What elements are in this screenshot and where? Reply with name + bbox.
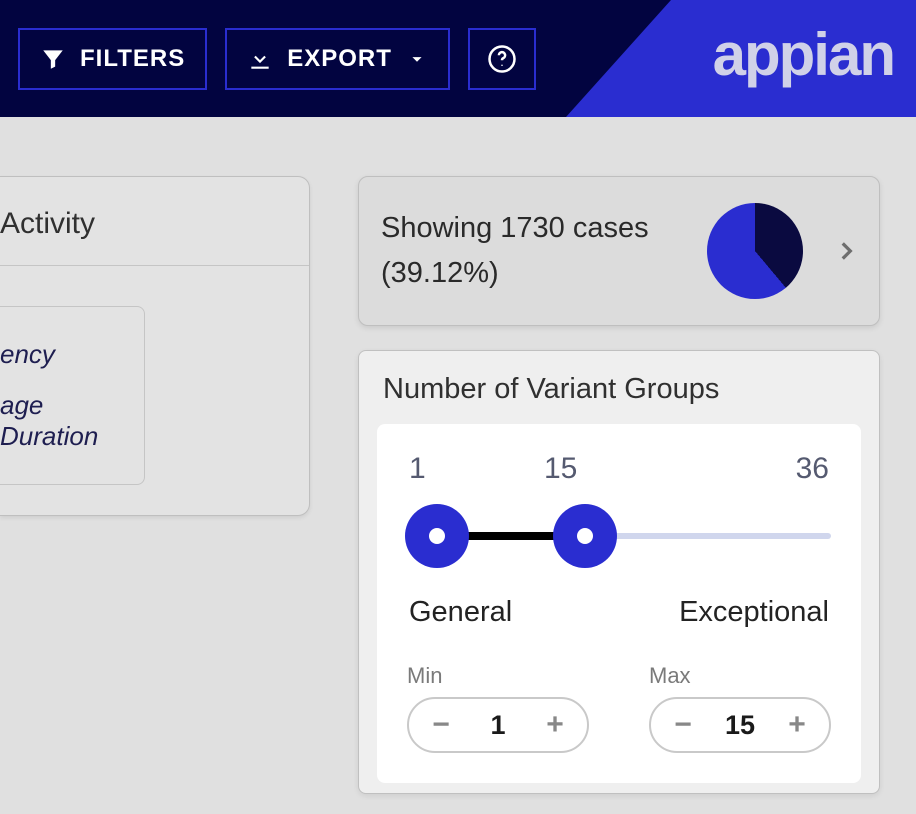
variant-groups-inner: 1 15 36 General Exceptional Min − 1 +	[377, 424, 861, 783]
range-slider[interactable]	[407, 504, 831, 568]
max-stepper: − 15 +	[649, 697, 831, 753]
app-header: FILTERS EXPORT appian	[0, 0, 916, 117]
slider-right-label: Exceptional	[679, 596, 829, 629]
filters-label: FILTERS	[80, 45, 185, 73]
min-stepper-group: Min − 1 +	[407, 663, 589, 753]
activity-panel: Activity ency age Duration	[0, 176, 310, 516]
export-button[interactable]: EXPORT	[225, 28, 450, 90]
cases-line2: (39.12%)	[381, 251, 707, 296]
cases-pie-chart	[707, 203, 803, 299]
filter-icon	[40, 46, 66, 72]
min-decrement-button[interactable]: −	[429, 710, 453, 740]
stepper-row: Min − 1 + Max − 15 +	[407, 663, 831, 753]
max-stepper-group: Max − 15 +	[649, 663, 831, 753]
chevron-right-icon[interactable]	[833, 238, 859, 264]
min-caption: Min	[407, 663, 589, 689]
cases-summary-text: Showing 1730 cases (39.12%)	[381, 206, 707, 296]
variant-groups-card: Number of Variant Groups 1 15 36 General…	[358, 350, 880, 794]
min-value: 1	[490, 710, 505, 741]
max-increment-button[interactable]: +	[785, 710, 809, 740]
cases-summary-card[interactable]: Showing 1730 cases (39.12%)	[358, 176, 880, 326]
max-value: 15	[725, 710, 755, 741]
help-button[interactable]	[468, 28, 536, 90]
max-decrement-button[interactable]: −	[671, 710, 695, 740]
brand-logo: appian	[566, 0, 916, 117]
metric-item: age Duration	[0, 380, 144, 462]
help-icon	[487, 44, 517, 74]
metric-item: ency	[0, 329, 144, 380]
download-icon	[247, 46, 273, 72]
slider-max-tick: 36	[796, 452, 829, 486]
slider-mid-tick: 15	[544, 452, 577, 486]
slider-left-label: General	[409, 596, 512, 629]
activity-metric-box: ency age Duration	[0, 306, 145, 485]
logo-text: appian	[713, 20, 894, 89]
max-caption: Max	[649, 663, 831, 689]
cases-line1: Showing 1730 cases	[381, 206, 707, 251]
chevron-down-icon	[406, 48, 428, 70]
variant-groups-title: Number of Variant Groups	[359, 351, 879, 424]
slider-thumb-max[interactable]	[553, 504, 617, 568]
slider-thumb-min[interactable]	[405, 504, 469, 568]
slider-end-labels: General Exceptional	[407, 596, 831, 629]
export-label: EXPORT	[287, 45, 392, 73]
activity-panel-title: Activity	[0, 177, 309, 266]
slider-min-tick: 1	[409, 452, 426, 486]
min-stepper: − 1 +	[407, 697, 589, 753]
min-increment-button[interactable]: +	[543, 710, 567, 740]
filters-button[interactable]: FILTERS	[18, 28, 207, 90]
slider-tick-labels: 1 15 36	[407, 452, 831, 486]
